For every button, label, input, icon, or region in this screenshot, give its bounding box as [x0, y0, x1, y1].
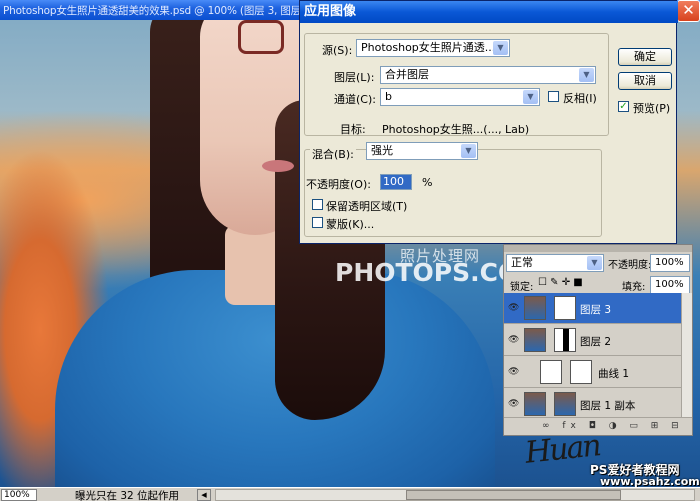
chevron-down-icon: ▼: [579, 68, 594, 82]
source-label: 源(S):: [322, 44, 353, 57]
channel-label: 通道(C):: [334, 93, 376, 106]
blend-mode-select[interactable]: 正常 ▼: [506, 254, 604, 272]
curves-adjustment-icon: [540, 360, 562, 384]
invert-label[interactable]: 反相(I): [563, 90, 597, 106]
layer-name: 图层 2: [580, 336, 612, 348]
status-message: 曝光只在 32 位起作用: [75, 490, 180, 501]
layers-opacity-input[interactable]: 100%: [650, 254, 690, 272]
layer-name: 图层 1 副本: [580, 400, 636, 412]
apply-image-dialog: 应用图像 源(S): Photoshop女生照片通透... ▼ 图层(L): 合…: [299, 0, 678, 244]
layer-thumbnail: [524, 392, 546, 416]
preview-checkbox[interactable]: ✓: [618, 101, 629, 112]
layers-opacity-value: 100%: [655, 257, 684, 268]
preview-label[interactable]: 预览(P): [633, 100, 670, 116]
layer-name: 曲线 1: [598, 368, 630, 380]
lock-label: 锁定:: [510, 282, 534, 293]
channel-select-value: b: [385, 90, 392, 103]
blending-label: 混合(B):: [310, 146, 356, 162]
source-select-value: Photoshop女生照片通透...: [361, 41, 496, 54]
scroll-left-arrow[interactable]: ◀: [197, 489, 211, 501]
photoshop-workspace: Photoshop女生照片通透甜美的效果.psd @ 100% (图层 3, 图…: [0, 0, 700, 501]
layer-name: 图层 3: [580, 304, 612, 316]
photo-glasses: [238, 20, 284, 54]
preserve-transparency-label[interactable]: 保留透明区域(T): [326, 198, 407, 214]
eye-icon[interactable]: 👁: [508, 303, 519, 313]
layer-mask-thumbnail: [570, 360, 592, 384]
layers-panel: 正常 ▼ 不透明度: 100% 锁定: ☐ ✎ ✛ ■ 填充: 100% 👁 图…: [503, 244, 693, 436]
target-label: 目标:: [340, 123, 366, 136]
chevron-down-icon: ▼: [461, 144, 476, 158]
layers-opacity-label: 不透明度:: [608, 260, 652, 271]
layer-row[interactable]: 👁 图层 1 副本: [504, 389, 692, 420]
panel-tabs[interactable]: [504, 245, 692, 252]
dialog-title: 应用图像: [300, 1, 678, 23]
preserve-transparency-checkbox[interactable]: [312, 199, 323, 210]
layer-row[interactable]: 👁 曲线 1: [504, 357, 692, 388]
eye-icon[interactable]: 👁: [508, 367, 519, 377]
layer-row[interactable]: 👁 图层 3: [504, 293, 692, 324]
opacity-input[interactable]: 100: [380, 174, 412, 190]
cancel-button[interactable]: 取消: [618, 72, 672, 90]
chevron-down-icon: ▼: [493, 41, 508, 55]
layer-thumbnail: [524, 328, 546, 352]
photo-lips: [262, 160, 294, 172]
zoom-field[interactable]: 100%: [1, 489, 37, 501]
blend-mode-value: 正常: [511, 256, 533, 269]
checkmark-icon: ✓: [619, 101, 628, 112]
invert-checkbox[interactable]: [548, 91, 559, 102]
layer-thumbnail: [524, 296, 546, 320]
source-select[interactable]: Photoshop女生照片通透... ▼: [356, 39, 510, 57]
layers-scrollbar[interactable]: [681, 293, 692, 417]
eye-icon[interactable]: 👁: [508, 335, 519, 345]
close-window-button[interactable]: ✕: [677, 0, 700, 22]
blending-select[interactable]: 强光 ▼: [366, 142, 478, 160]
lock-icons[interactable]: ☐ ✎ ✛ ■: [538, 277, 583, 288]
document-title: Photoshop女生照片通透甜美的效果.psd @ 100% (图层 3, 图…: [3, 5, 312, 17]
fill-value: 100%: [655, 279, 684, 290]
layer-mask-thumbnail: [554, 392, 576, 416]
chevron-down-icon: ▼: [523, 90, 538, 104]
horizontal-scrollbar[interactable]: [215, 489, 695, 501]
fill-input[interactable]: 100%: [650, 276, 690, 294]
target-value: Photoshop女生照...(..., Lab): [382, 123, 530, 136]
channel-select[interactable]: b ▼: [380, 88, 540, 106]
fill-label: 填充:: [622, 282, 646, 293]
layer-select[interactable]: 合并图层 ▼: [380, 66, 596, 84]
layer-label: 图层(L):: [334, 71, 375, 84]
layer-select-value: 合并图层: [385, 68, 429, 81]
opacity-unit: %: [422, 176, 433, 189]
opacity-label: 不透明度(O):: [306, 178, 371, 191]
close-icon: ✕: [682, 1, 695, 19]
mask-label[interactable]: 蒙版(K)...: [326, 216, 374, 232]
layer-mask-thumbnail: [554, 296, 576, 320]
scroll-thumb[interactable]: [406, 490, 621, 500]
status-bar: 100% 曝光只在 32 位起作用 ◀: [0, 487, 700, 501]
eye-icon[interactable]: 👁: [508, 399, 519, 409]
blending-select-value: 强光: [371, 144, 393, 157]
mask-checkbox[interactable]: [312, 217, 323, 228]
layer-mask-thumbnail: [554, 328, 576, 352]
chevron-down-icon: ▼: [587, 256, 602, 270]
layer-row[interactable]: 👁 图层 2: [504, 325, 692, 356]
ok-button[interactable]: 确定: [618, 48, 672, 66]
